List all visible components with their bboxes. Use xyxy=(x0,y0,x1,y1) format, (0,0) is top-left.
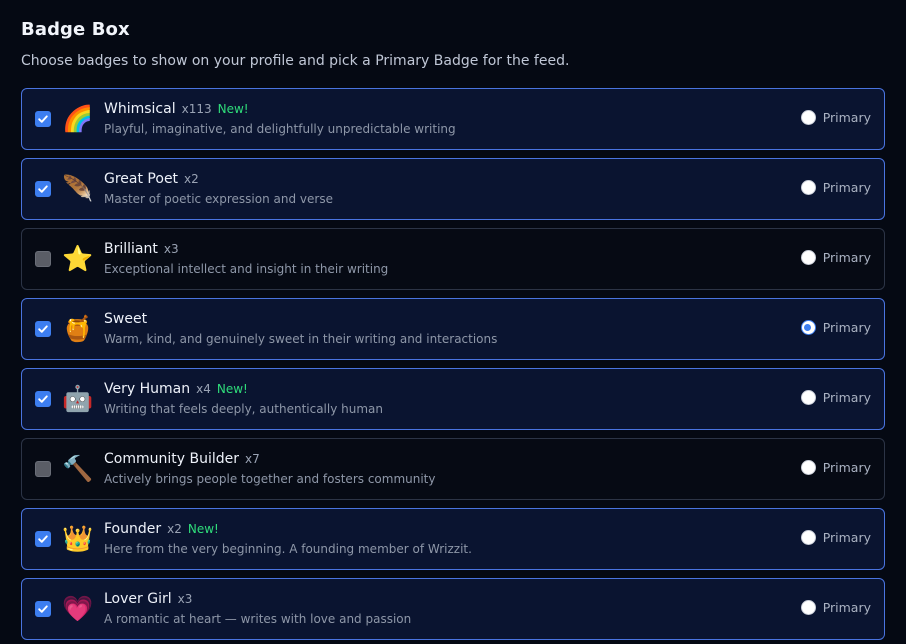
feather-icon: 🪶 xyxy=(62,174,94,203)
badge-name: Founder xyxy=(104,521,162,537)
primary-radio-option[interactable]: Primary xyxy=(800,110,871,125)
page-title: Badge Box xyxy=(21,19,130,40)
badge-checkbox[interactable] xyxy=(35,181,51,197)
checkmark-icon xyxy=(38,535,48,543)
primary-radio-option[interactable]: Primary xyxy=(800,530,871,545)
badge-name: Sweet xyxy=(104,311,148,327)
checkmark-icon xyxy=(38,185,48,193)
badge-description: Playful, imaginative, and delightfully u… xyxy=(104,122,456,136)
badge-checkbox[interactable] xyxy=(35,321,51,337)
badge-row[interactable]: ⭐ Brilliant x3 Exceptional intellect and in… xyxy=(21,228,885,290)
badge-description: Writing that feels deeply, authentically… xyxy=(104,402,383,416)
badge-title-line: Founder x2 New! xyxy=(104,521,219,537)
badge-count: x3 xyxy=(163,242,179,256)
badge-title-line: Very Human x4 New! xyxy=(104,381,248,397)
primary-radio[interactable] xyxy=(800,530,816,545)
badge-count: x2 xyxy=(184,172,199,186)
hammer-icon: 🔨 xyxy=(62,454,94,483)
badge-count: x3 xyxy=(177,592,193,606)
primary-label: Primary xyxy=(822,320,871,335)
primary-radio-option[interactable]: Primary xyxy=(800,390,871,405)
badge-checkbox[interactable] xyxy=(35,251,51,267)
primary-radio-option[interactable]: Primary xyxy=(800,180,871,195)
star-icon: ⭐ xyxy=(62,244,94,273)
primary-label: Primary xyxy=(822,530,871,545)
primary-radio-option[interactable]: Primary xyxy=(800,460,871,475)
badge-row[interactable]: 🌈 Whimsical x113 New! Playful, imaginative, … xyxy=(21,88,885,150)
badge-name: Brilliant xyxy=(104,241,158,257)
badge-title-line: Great Poet x2 xyxy=(104,171,199,187)
badge-row[interactable]: 🤖 Very Human x4 New! Writing that feels deep… xyxy=(21,368,885,430)
page-subtitle: Choose badges to show on your profile an… xyxy=(21,53,570,69)
badge-name: Great Poet xyxy=(104,171,179,187)
primary-radio-option[interactable]: Primary xyxy=(800,250,871,265)
checkmark-icon xyxy=(38,395,48,403)
badge-count: x113 xyxy=(181,102,212,116)
primary-label: Primary xyxy=(822,390,871,405)
badge-row[interactable]: 🔨 Community Builder x7 Actively brings peop… xyxy=(21,438,885,500)
badge-description: Warm, kind, and genuinely sweet in their… xyxy=(104,332,498,346)
badge-list: 🌈 Whimsical x113 New! Playful, imaginative, … xyxy=(21,88,885,644)
primary-radio[interactable] xyxy=(800,250,816,265)
checkmark-icon xyxy=(38,605,48,613)
primary-radio[interactable] xyxy=(800,600,816,615)
primary-label: Primary xyxy=(822,460,871,475)
badge-name: Very Human xyxy=(104,381,191,397)
crown-icon: 👑 xyxy=(62,524,94,553)
badge-count: x4 xyxy=(196,382,211,396)
primary-radio[interactable] xyxy=(800,460,816,475)
badge-name: Community Builder xyxy=(104,451,239,467)
badge-description: Exceptional intellect and insight in the… xyxy=(104,262,389,276)
badge-title-line: Sweet xyxy=(104,311,147,327)
badge-title-line: Whimsical x113 New! xyxy=(104,101,249,117)
badge-count: x2 xyxy=(167,522,182,536)
primary-radio[interactable] xyxy=(800,390,816,405)
badge-name: Lover Girl xyxy=(104,591,172,607)
new-badge-label: New! xyxy=(187,522,219,536)
primary-radio[interactable] xyxy=(800,110,816,125)
badge-checkbox[interactable] xyxy=(35,601,51,617)
badge-row[interactable]: 🍯 Sweet Warm, kind, and genuinely sweet in… xyxy=(21,298,885,360)
new-badge-label: New! xyxy=(216,382,248,396)
badge-row[interactable]: 🪶 Great Poet x2 Master of poetic expression… xyxy=(21,158,885,220)
badge-checkbox[interactable] xyxy=(35,461,51,477)
primary-label: Primary xyxy=(822,110,871,125)
badge-description: A romantic at heart — writes with love a… xyxy=(104,612,412,626)
badge-checkbox[interactable] xyxy=(35,111,51,127)
primary-radio[interactable] xyxy=(800,180,816,195)
primary-label: Primary xyxy=(822,180,871,195)
primary-label: Primary xyxy=(822,250,871,265)
badge-title-line: Lover Girl x3 xyxy=(104,591,192,607)
badge-description: Here from the very beginning. A founding… xyxy=(104,542,472,556)
primary-radio-option[interactable]: Primary xyxy=(800,320,871,335)
badge-name: Whimsical xyxy=(104,101,176,117)
badge-count: x7 xyxy=(245,452,260,466)
badge-row[interactable]: 👑 Founder x2 New! Here from the very beginni… xyxy=(21,508,885,570)
badge-description: Master of poetic expression and verse xyxy=(104,192,333,206)
robot-icon: 🤖 xyxy=(62,384,94,413)
badge-description: Actively brings people together and fost… xyxy=(104,472,436,486)
heart-icon: 💗 xyxy=(62,594,94,623)
checkmark-icon xyxy=(38,115,48,123)
badge-checkbox[interactable] xyxy=(35,391,51,407)
primary-radio-option[interactable]: Primary xyxy=(800,600,871,615)
badge-row[interactable]: 💗 Lover Girl x3 A romantic at heart — write… xyxy=(21,578,885,640)
primary-radio[interactable] xyxy=(800,320,816,335)
primary-label: Primary xyxy=(822,600,871,615)
badge-checkbox[interactable] xyxy=(35,531,51,547)
badge-title-line: Community Builder x7 xyxy=(104,451,260,467)
honey-pot-icon: 🍯 xyxy=(62,314,94,343)
rainbow-icon: 🌈 xyxy=(62,104,94,133)
badge-title-line: Brilliant x3 xyxy=(104,241,179,257)
checkmark-icon xyxy=(38,325,48,333)
new-badge-label: New! xyxy=(217,102,249,116)
